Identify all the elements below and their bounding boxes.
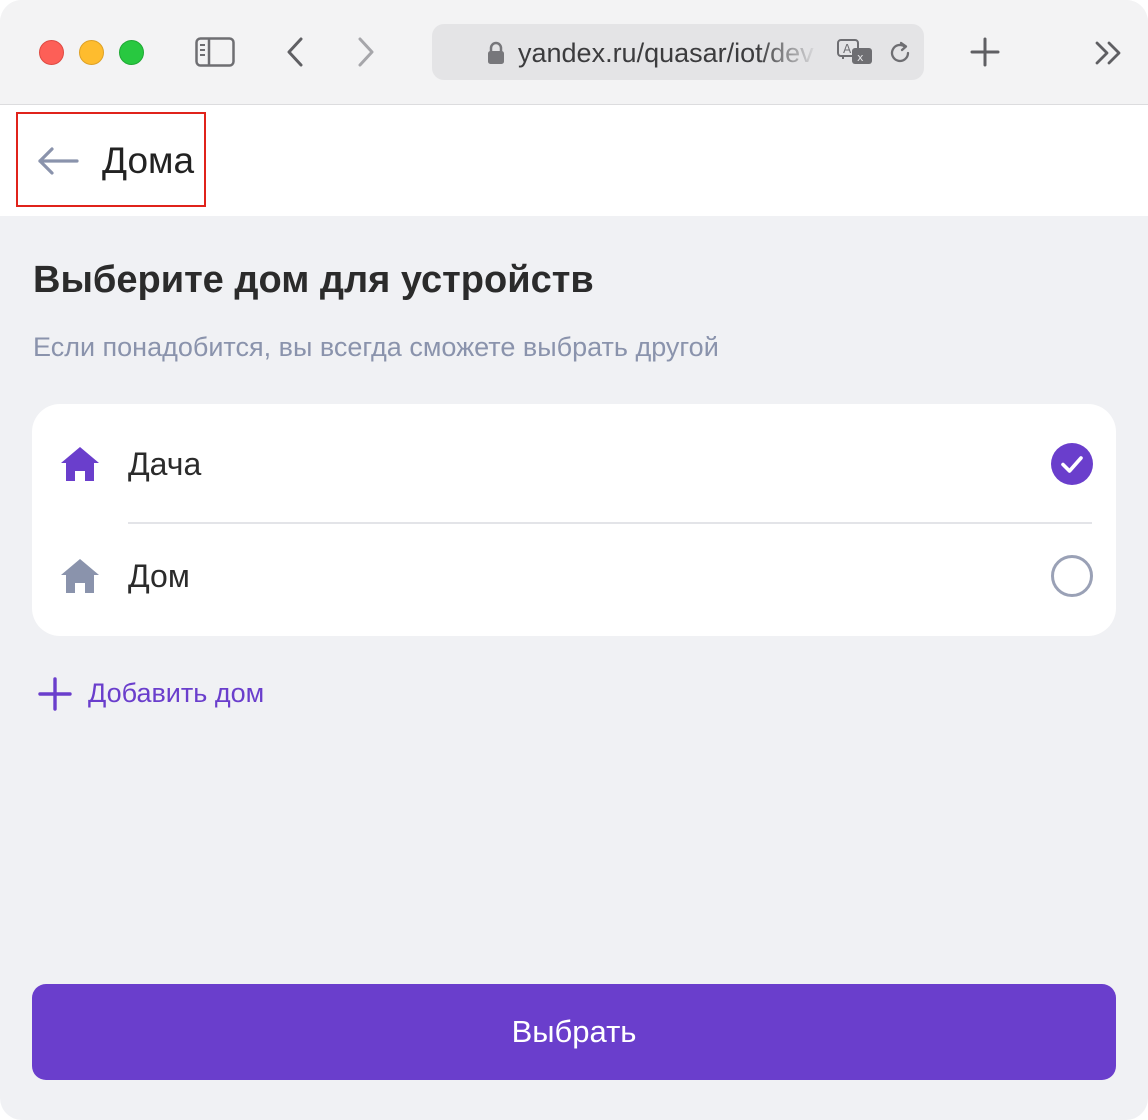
url-text[interactable]: yandex.ru/quasar/iot/dev	[518, 38, 818, 68]
home-icon	[61, 559, 99, 593]
double-chevron-right-icon[interactable]	[1094, 40, 1124, 66]
chevron-left-icon[interactable]	[284, 36, 306, 68]
home-option-label: Дача	[128, 446, 202, 482]
home-icon	[61, 447, 99, 481]
back-navigation[interactable]: Дома	[16, 112, 206, 207]
browser-window: yandex.ru/quasar/iot/dev A x Дома Выбери…	[0, 0, 1148, 1120]
chevron-right-icon[interactable]	[355, 36, 377, 68]
add-home-label: Добавить дом	[88, 678, 265, 708]
home-option-dacha[interactable]: Дача	[32, 408, 1116, 524]
reload-icon[interactable]	[887, 40, 913, 66]
close-window-button[interactable]	[39, 40, 64, 65]
page-header: Дома	[0, 105, 1148, 216]
home-option-dom[interactable]: Дом	[32, 520, 1116, 632]
arrow-left-icon[interactable]	[36, 146, 80, 176]
svg-text:x: x	[857, 51, 864, 64]
address-bar[interactable]: yandex.ru/quasar/iot/dev A x	[432, 24, 924, 80]
checkmark-icon	[1061, 456, 1083, 473]
lock-icon	[488, 41, 504, 64]
section-subheading: Если понадобится, вы всегда сможете выбр…	[33, 332, 719, 362]
page-title: Дома	[102, 140, 195, 181]
plus-icon	[38, 677, 72, 711]
svg-text:A: A	[843, 42, 852, 56]
home-option-label: Дом	[128, 558, 190, 594]
section-heading: Выберите дом для устройств	[33, 259, 594, 301]
zoom-window-button[interactable]	[119, 40, 144, 65]
sidebar-icon[interactable]	[195, 37, 235, 67]
select-button[interactable]: Выбрать	[32, 984, 1116, 1080]
browser-toolbar: yandex.ru/quasar/iot/dev A x	[0, 0, 1148, 105]
minimize-window-button[interactable]	[79, 40, 104, 65]
translate-icon[interactable]: A x	[836, 38, 874, 68]
home-radio-unselected[interactable]	[1051, 555, 1093, 597]
plus-icon[interactable]	[970, 37, 1000, 67]
home-list: Дача Дом	[32, 404, 1116, 636]
home-radio-selected[interactable]	[1051, 443, 1093, 485]
